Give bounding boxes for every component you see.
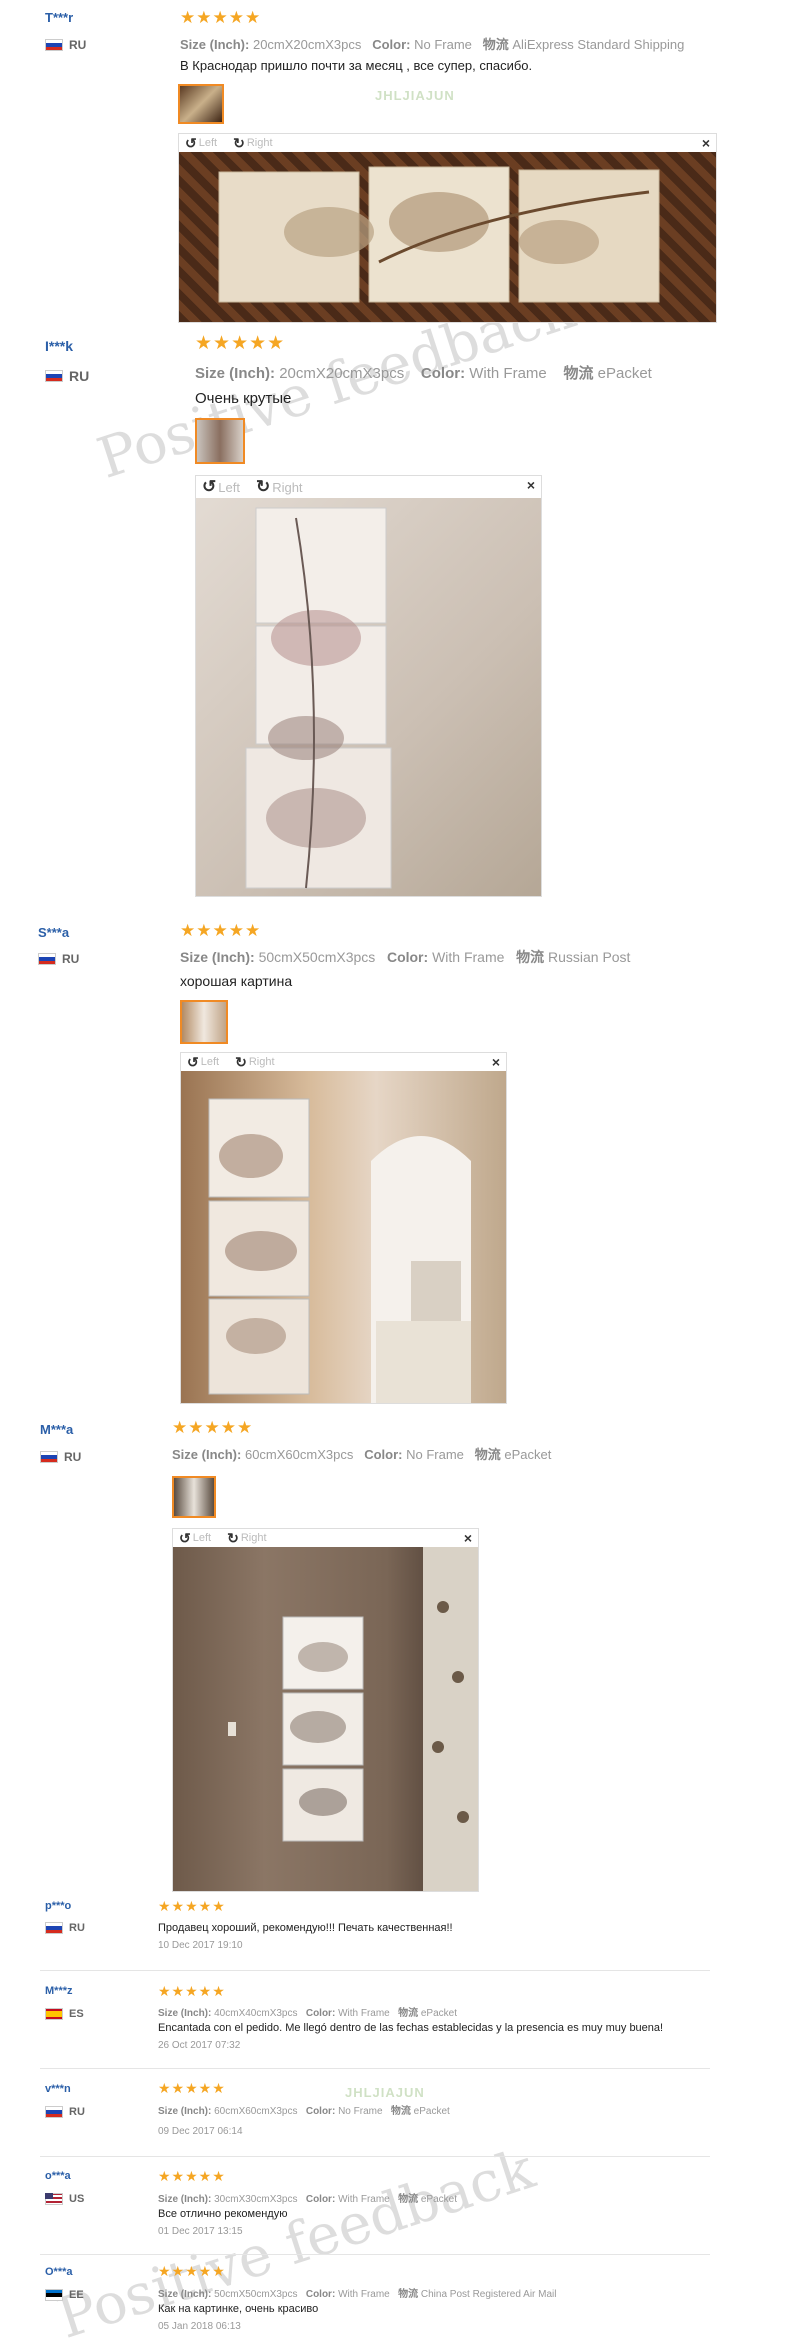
reviewer-name: I***k [45, 338, 74, 354]
rotate-left-button[interactable]: ↺ Left [179, 1530, 211, 1547]
russia-flag-icon [45, 2106, 63, 2118]
review-date: 05 Jan 2018 06:13 [158, 2321, 241, 2332]
usa-flag-icon [45, 2193, 63, 2205]
review-photo-thumbnail[interactable] [180, 1000, 228, 1044]
rotate-right-button[interactable]: ↻ Right [235, 1054, 274, 1071]
rotate-right-icon: ↻ [255, 477, 271, 496]
rotate-right-icon: ↻ [233, 134, 245, 151]
photo-viewer: ↺ Left ↻ Right × [172, 1528, 479, 1892]
review-photo-thumbnail[interactable] [172, 1476, 216, 1518]
reviewer-country: EE [45, 2289, 84, 2301]
star-rating: ★★★★★ [158, 1898, 226, 1914]
reviewer-country: RU [45, 368, 89, 384]
star-rating: ★★★★★ [158, 1983, 226, 1999]
review-photo[interactable] [179, 152, 716, 322]
review-divider [40, 1970, 710, 1971]
russia-flag-icon [45, 370, 63, 382]
review-date: 09 Dec 2017 06:14 [158, 2126, 243, 2137]
order-details: Size (Inch): 30cmX30cmX3pcs Color: With … [158, 2194, 458, 2205]
review-text: Как на картинке, очень красиво [158, 2303, 319, 2315]
rotate-left-button[interactable]: ↺ Left [185, 135, 217, 152]
reviewer-country: RU [45, 2106, 85, 2118]
reviewer-name: M***z [45, 1985, 73, 1997]
reviewer-country: RU [45, 38, 86, 52]
reviewer-name: p***o [45, 1900, 72, 1912]
spain-flag-icon [45, 2008, 63, 2020]
reviewer-country: US [45, 2193, 84, 2205]
review-text: хорошая картина [180, 973, 293, 989]
review-date: 26 Oct 2017 07:32 [158, 2040, 241, 2051]
star-rating: ★★★★★ [158, 2080, 226, 2096]
rotate-left-icon: ↺ [202, 477, 217, 496]
reviewer-country: ES [45, 2008, 84, 2020]
rotate-left-icon: ↺ [185, 134, 197, 151]
star-rating: ★★★★★ [180, 921, 262, 940]
rotate-right-icon: ↻ [227, 1529, 239, 1546]
estonia-flag-icon [45, 2289, 63, 2301]
order-details: Size (Inch): 50cmX50cmX3pcs Color: With … [180, 949, 631, 965]
close-viewer-button[interactable]: × [464, 1530, 472, 1546]
rotate-left-button[interactable]: ↺ Left [187, 1054, 219, 1071]
review-divider [40, 2068, 710, 2069]
star-rating: ★★★★★ [195, 333, 286, 354]
russia-flag-icon [38, 953, 56, 965]
russia-flag-icon [45, 1922, 63, 1934]
rotate-left-icon: ↺ [179, 1529, 191, 1546]
review-text: Encantada con el pedido. Me llegó dentro… [158, 2022, 664, 2034]
review-date: 10 Dec 2017 19:10 [158, 1940, 243, 1951]
reviewer-name: T***r [45, 10, 74, 25]
reviewer-name: v***n [45, 2083, 71, 2095]
close-viewer-button[interactable]: × [527, 477, 535, 493]
rotate-right-button[interactable]: ↻ Right [227, 1530, 266, 1547]
reviewer-country: RU [40, 1450, 81, 1464]
review-text: Продавец хороший, рекомендую!!! Печать к… [158, 1922, 453, 1934]
rotate-right-button[interactable]: ↻ Right [233, 135, 272, 152]
russia-flag-icon [45, 39, 63, 51]
order-details: Size (Inch): 50cmX50cmX3pcs Color: With … [158, 2289, 557, 2300]
review-photo-thumbnail[interactable] [195, 418, 245, 464]
review-divider [40, 2156, 710, 2157]
photo-viewer: ↺ Left ↻ Right × [178, 133, 717, 323]
review-photo[interactable] [181, 1071, 506, 1403]
review-text: Все отлично рекомендую [158, 2208, 288, 2220]
order-details: Size (Inch): 20cmX20cmX3pcs Color: With … [195, 365, 652, 382]
star-rating: ★★★★★ [180, 8, 262, 27]
review-photo[interactable] [196, 498, 541, 896]
photo-viewer: ↺ Left ↻ Right × [180, 1052, 507, 1404]
close-viewer-button[interactable]: × [702, 135, 710, 151]
review-photo[interactable] [173, 1547, 478, 1891]
close-viewer-button[interactable]: × [492, 1054, 500, 1070]
rotate-left-button[interactable]: ↺ Left [202, 477, 240, 497]
reviewer-name: o***a [45, 2170, 71, 2182]
reviewer-name: M***a [40, 1422, 74, 1437]
review-divider [40, 2254, 710, 2255]
watermark-brand: JHLJIAJUN [375, 88, 455, 103]
order-details: Size (Inch): 20cmX20cmX3pcs Color: No Fr… [180, 37, 685, 52]
review-date: 01 Dec 2017 13:15 [158, 2226, 243, 2237]
star-rating: ★★★★★ [172, 1418, 254, 1437]
rotate-right-button[interactable]: ↻ Right [256, 477, 303, 497]
review-photo-thumbnail[interactable] [178, 84, 224, 124]
order-details: Size (Inch): 60cmX60cmX3pcs Color: No Fr… [172, 1447, 552, 1462]
review-text: Очень крутые [195, 390, 292, 407]
review-text: В Краснодар пришло почти за месяц , все … [180, 58, 533, 73]
order-details: Size (Inch): 40cmX40cmX3pcs Color: With … [158, 2008, 458, 2019]
order-details: Size (Inch): 60cmX60cmX3pcs Color: No Fr… [158, 2106, 450, 2117]
reviewer-name: S***a [38, 925, 70, 940]
russia-flag-icon [40, 1451, 58, 1463]
star-rating: ★★★★★ [158, 2168, 226, 2184]
watermark-positive-feedback: Positive feedback [50, 2136, 542, 2352]
reviewer-country: RU [45, 1922, 85, 1934]
star-rating: ★★★★★ [158, 2263, 226, 2279]
photo-viewer: ↺ Left ↻ Right × [195, 475, 542, 897]
watermark-brand: JHLJIAJUN [345, 2085, 425, 2100]
reviewer-name: O***a [45, 2266, 73, 2278]
rotate-left-icon: ↺ [187, 1053, 199, 1070]
rotate-right-icon: ↻ [235, 1053, 247, 1070]
reviewer-country: RU [38, 952, 79, 966]
